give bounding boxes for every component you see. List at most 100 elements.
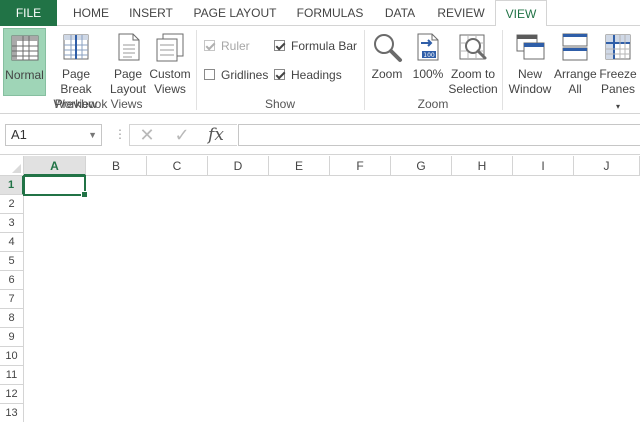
row-header-13[interactable]: 13 bbox=[0, 404, 24, 422]
row-header-11[interactable]: 11 bbox=[0, 366, 24, 385]
dropdown-arrow-icon: ▾ bbox=[615, 102, 620, 111]
zoom-to-selection-label-1: Zoom to bbox=[450, 67, 495, 81]
zoom-100-icon: 100 bbox=[417, 33, 439, 61]
svg-text:100: 100 bbox=[423, 52, 435, 59]
row-header-6[interactable]: 6 bbox=[0, 271, 24, 290]
cancel-icon[interactable]: ✕ bbox=[136, 123, 158, 147]
insert-function-icon[interactable]: fx bbox=[205, 123, 227, 147]
formula-input[interactable] bbox=[238, 124, 640, 146]
gridlines-check-icon bbox=[204, 69, 215, 80]
freeze-panes-icon bbox=[605, 34, 631, 60]
arrange-all-label-2: All bbox=[568, 82, 582, 96]
new-window-label-2: Window bbox=[508, 82, 552, 96]
freeze-panes-button[interactable]: Freeze Panes ▾ bbox=[598, 28, 638, 111]
workbook-views-group-label: Workbook Views bbox=[53, 97, 143, 111]
headings-check-icon bbox=[274, 69, 285, 80]
zoom-100-label: 100% bbox=[412, 67, 444, 81]
column-header-a[interactable]: A bbox=[24, 156, 86, 176]
row-header-4[interactable]: 4 bbox=[0, 233, 24, 252]
column-header-g[interactable]: G bbox=[391, 156, 452, 176]
new-window-button[interactable]: New Window bbox=[507, 28, 553, 96]
headings-label: Headings bbox=[291, 68, 342, 82]
ruler-check-icon bbox=[204, 40, 215, 51]
zoom-group-label: Zoom bbox=[417, 97, 449, 111]
gridlines-label: Gridlines bbox=[221, 68, 269, 82]
tab-home[interactable]: HOME bbox=[62, 0, 120, 26]
column-header-i[interactable]: I bbox=[513, 156, 574, 176]
name-box-value: A1 bbox=[11, 127, 27, 142]
row-header-1[interactable]: 1 bbox=[0, 176, 24, 195]
page-break-preview-icon bbox=[63, 34, 89, 60]
select-all-button[interactable] bbox=[0, 156, 24, 176]
row-header-8[interactable]: 8 bbox=[0, 309, 24, 328]
formula-bar: A1 ▼ ⋮ ✕ ✓ fx bbox=[0, 115, 640, 155]
normal-view-button[interactable]: Normal bbox=[3, 28, 46, 96]
magnifier-icon bbox=[374, 34, 402, 62]
formula-bar-grip-icon[interactable]: ⋮ bbox=[114, 127, 126, 141]
page-layout-icon bbox=[118, 33, 140, 61]
zoom-button[interactable]: Zoom bbox=[368, 28, 406, 96]
new-window-icon bbox=[516, 34, 545, 60]
tab-review[interactable]: REVIEW bbox=[432, 0, 490, 26]
column-header-h[interactable]: H bbox=[452, 156, 513, 176]
custom-views-icon bbox=[156, 33, 184, 62]
custom-views-button[interactable]: Custom Views bbox=[149, 28, 191, 96]
ruler-checkbox[interactable]: Ruler bbox=[204, 37, 250, 55]
row-header-9[interactable]: 9 bbox=[0, 328, 24, 347]
normal-view-icon bbox=[11, 35, 38, 61]
custom-views-label-2: Views bbox=[154, 82, 186, 96]
row-header-12[interactable]: 12 bbox=[0, 385, 24, 404]
gridlines-checkbox[interactable]: Gridlines bbox=[204, 66, 268, 84]
row-header-2[interactable]: 2 bbox=[0, 195, 24, 214]
custom-views-label-1: Custom bbox=[149, 67, 191, 81]
tab-page-layout[interactable]: PAGE LAYOUT bbox=[190, 0, 280, 26]
ribbon-tabs: FILE HOME INSERT PAGE LAYOUT FORMULAS DA… bbox=[0, 0, 640, 27]
new-window-label-1: New bbox=[517, 67, 542, 81]
column-header-f[interactable]: F bbox=[330, 156, 391, 176]
page-layout-label-1: Page bbox=[113, 67, 143, 81]
column-header-j[interactable]: J bbox=[574, 156, 640, 176]
active-cell-a1[interactable] bbox=[23, 175, 88, 198]
zoom-to-selection-label-2: Selection bbox=[448, 82, 498, 96]
normal-view-label: Normal bbox=[5, 68, 44, 82]
column-header-d[interactable]: D bbox=[208, 156, 269, 176]
page-break-label-1: Page Break bbox=[60, 67, 92, 96]
zoom-to-selection-button[interactable]: Zoom to Selection bbox=[448, 28, 498, 96]
enter-check-icon[interactable]: ✓ bbox=[171, 123, 193, 147]
tab-formulas[interactable]: FORMULAS bbox=[290, 0, 370, 26]
tab-insert[interactable]: INSERT bbox=[122, 0, 180, 26]
ruler-label: Ruler bbox=[221, 39, 250, 53]
arrange-all-button[interactable]: Arrange All bbox=[554, 28, 597, 96]
worksheet-grid: A B C D E F G H I J 1 2 3 4 5 6 7 8 9 10… bbox=[0, 156, 640, 422]
column-header-e[interactable]: E bbox=[269, 156, 330, 176]
zoom-to-selection-icon bbox=[459, 34, 487, 60]
row-header-3[interactable]: 3 bbox=[0, 214, 24, 233]
column-header-c[interactable]: C bbox=[147, 156, 208, 176]
row-header-7[interactable]: 7 bbox=[0, 290, 24, 309]
column-header-b[interactable]: B bbox=[86, 156, 147, 176]
arrange-all-label-1: Arrange bbox=[554, 67, 597, 81]
group-separator bbox=[502, 30, 503, 110]
cell-area[interactable] bbox=[25, 177, 640, 422]
page-break-preview-button[interactable]: Page Break Preview bbox=[47, 28, 105, 111]
show-group-label: Show bbox=[264, 97, 296, 111]
tab-file[interactable]: FILE bbox=[0, 0, 57, 26]
formula-bar-check-icon bbox=[274, 40, 285, 51]
zoom-label: Zoom bbox=[371, 67, 403, 81]
ribbon: Normal Page Break Preview Page Layout Cu… bbox=[0, 26, 640, 114]
tab-view[interactable]: VIEW bbox=[495, 0, 547, 27]
row-header-5[interactable]: 5 bbox=[0, 252, 24, 271]
row-header-10[interactable]: 10 bbox=[0, 347, 24, 366]
formula-bar-checkbox[interactable]: Formula Bar bbox=[274, 37, 357, 55]
arrange-all-icon bbox=[562, 33, 588, 61]
zoom-100-button[interactable]: 100 100% bbox=[409, 28, 447, 96]
page-layout-view-button[interactable]: Page Layout bbox=[108, 28, 148, 96]
name-box-dropdown-icon[interactable]: ▼ bbox=[88, 125, 97, 145]
page-layout-label-2: Layout bbox=[109, 82, 147, 96]
headings-checkbox[interactable]: Headings bbox=[274, 66, 342, 84]
name-box[interactable]: A1 ▼ bbox=[5, 124, 102, 146]
formula-bar-label: Formula Bar bbox=[291, 39, 358, 53]
freeze-panes-label-2: Panes ▾ bbox=[598, 82, 638, 114]
tab-data[interactable]: DATA bbox=[376, 0, 424, 26]
freeze-panes-label-1: Freeze bbox=[599, 67, 637, 81]
